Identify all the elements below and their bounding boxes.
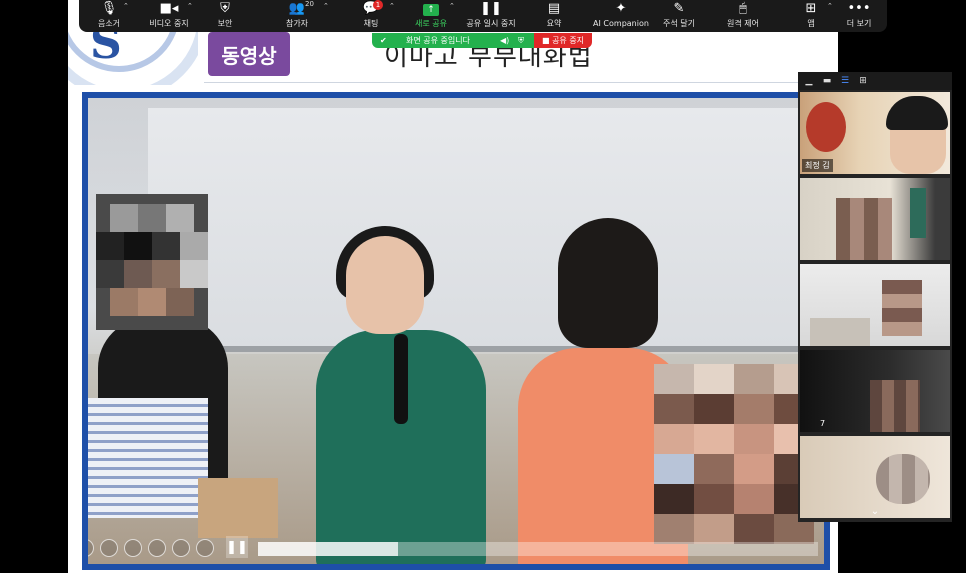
slide-badge: 동영상 [208, 32, 290, 76]
more-button[interactable]: ••• 더 보기 [843, 0, 875, 32]
chat-unread-badge: 1 [373, 0, 383, 10]
embedded-video[interactable]: ❚❚ [88, 98, 824, 564]
gallery-header: ▁ ▬ ☰ ⊞ [798, 72, 952, 90]
participant-number: 7 [820, 419, 826, 428]
participant-gallery: ▁ ▬ ☰ ⊞ 최정 김 7 ⌄ [798, 72, 952, 522]
video-progress-fill [258, 542, 398, 556]
sharing-status-text: 화면 공유 중입니다 [406, 36, 470, 45]
ai-companion-button[interactable]: ✦ AI Companion [593, 0, 649, 32]
pause-icon: ❚❚ [480, 1, 502, 16]
participants-button[interactable]: 👥 참가자 20 ⌃ [275, 0, 329, 32]
more-icon: ••• [847, 1, 871, 16]
slide-divider [204, 82, 838, 83]
background-object [910, 188, 926, 238]
pixelated-face-right [654, 364, 814, 544]
chevron-up-icon[interactable]: ⌃ [827, 2, 833, 10]
summary-button[interactable]: ▤ 요약 [539, 0, 569, 32]
pixelated-face-left [96, 194, 208, 330]
pen-icon: ✎ [673, 1, 685, 16]
audio-icon[interactable]: ◀) [500, 33, 509, 48]
video-settings-icon[interactable] [172, 539, 190, 557]
stop-share-button[interactable]: ■ 공유 중지 [534, 33, 592, 48]
sparkle-icon: ✦ [615, 1, 627, 16]
table-left [198, 478, 278, 538]
pixelated-face [882, 280, 922, 336]
participant-tile[interactable] [800, 178, 950, 260]
minimize-icon[interactable]: ▁ [802, 75, 816, 87]
background-object [810, 318, 870, 346]
remote-control-button[interactable]: 🖱 원격 제어 [723, 0, 763, 32]
stop-share-label: 공유 중지 [552, 36, 585, 45]
video-progress-bar[interactable] [258, 542, 818, 556]
chevron-up-icon[interactable]: ⌃ [187, 2, 193, 10]
video-controls: ❚❚ [88, 534, 824, 564]
chat-button[interactable]: 💬 채팅 1 ⌃ [357, 0, 395, 32]
participant-name: 최정 김 [802, 159, 833, 172]
gallery-grid-icon[interactable]: ⊞ [856, 75, 870, 87]
pixelated-face [870, 380, 920, 432]
summary-icon: ▤ [547, 1, 561, 16]
video-rewind-icon[interactable] [88, 539, 94, 557]
shield-icon: ⛨ [220, 1, 230, 16]
person-right-head [558, 218, 658, 348]
chevron-up-icon[interactable]: ⌃ [323, 2, 329, 10]
pixelated-face [876, 454, 930, 504]
video-frame: ❚❚ [82, 92, 830, 570]
microphone [394, 334, 408, 424]
video-pause-button[interactable]: ❚❚ [226, 536, 248, 558]
share-screen-icon: ↑ [413, 0, 449, 18]
apps-button[interactable]: ⊞ 앱 ⌃ [799, 0, 833, 32]
new-share-button[interactable]: ↑ 새로 공유 ⌃ [413, 0, 455, 32]
background-object [806, 102, 846, 152]
chevron-up-icon[interactable]: ⌃ [449, 2, 455, 10]
speaker-view-icon[interactable]: ▬ [820, 75, 834, 87]
video-forward-icon[interactable] [124, 539, 142, 557]
chevron-up-icon[interactable]: ⌃ [123, 2, 129, 10]
video-fullscreen-icon[interactable] [196, 539, 214, 557]
stop-icon: ■ [541, 36, 550, 45]
apps-icon: ⊞ [805, 1, 817, 16]
participant-tile[interactable]: 최정 김 [800, 92, 950, 174]
participant-tile[interactable]: 7 [800, 350, 950, 432]
stop-video-button[interactable]: ■◂ 비디오 중지 ⌃ [141, 0, 197, 32]
sharing-banner: ✔ 화면 공유 중입니다 ◀) ⛨ [372, 33, 534, 48]
participant-hair [886, 96, 948, 130]
participant-count: 20 [305, 0, 314, 8]
chevron-up-icon[interactable]: ⌃ [389, 2, 395, 10]
person-striped-shirt [88, 398, 208, 518]
mute-button[interactable]: 🎙 음소거 ⌃ [89, 0, 129, 32]
chevron-down-icon[interactable]: ⌄ [862, 504, 888, 520]
whiteboard [148, 108, 824, 348]
meeting-toolbar: 🎙 음소거 ⌃ ■◂ 비디오 중지 ⌃ ⛨ 보안 👥 참가자 20 ⌃ 💬 채팅… [79, 0, 887, 32]
speaker-face [346, 236, 424, 334]
shared-slide: S 동영상 이마고 부부대화법 ❚❚ [68, 0, 838, 573]
pause-share-button[interactable]: ❚❚ 공유 일시 중지 [463, 0, 519, 32]
video-volume-icon[interactable] [148, 539, 166, 557]
shield-icon[interactable]: ⛨ [518, 33, 524, 48]
participant-tile[interactable] [800, 264, 950, 346]
pin-icon[interactable]: ✔ [380, 33, 387, 48]
mouse-icon: 🖱 [739, 1, 747, 16]
pixelated-face [836, 198, 892, 260]
security-button[interactable]: ⛨ 보안 [207, 0, 243, 32]
whiteboard-rail [178, 346, 798, 352]
annotate-button[interactable]: ✎ 주석 달기 [659, 0, 699, 32]
filmstrip-view-icon[interactable]: ☰ [838, 75, 852, 87]
video-play-icon[interactable] [100, 539, 118, 557]
